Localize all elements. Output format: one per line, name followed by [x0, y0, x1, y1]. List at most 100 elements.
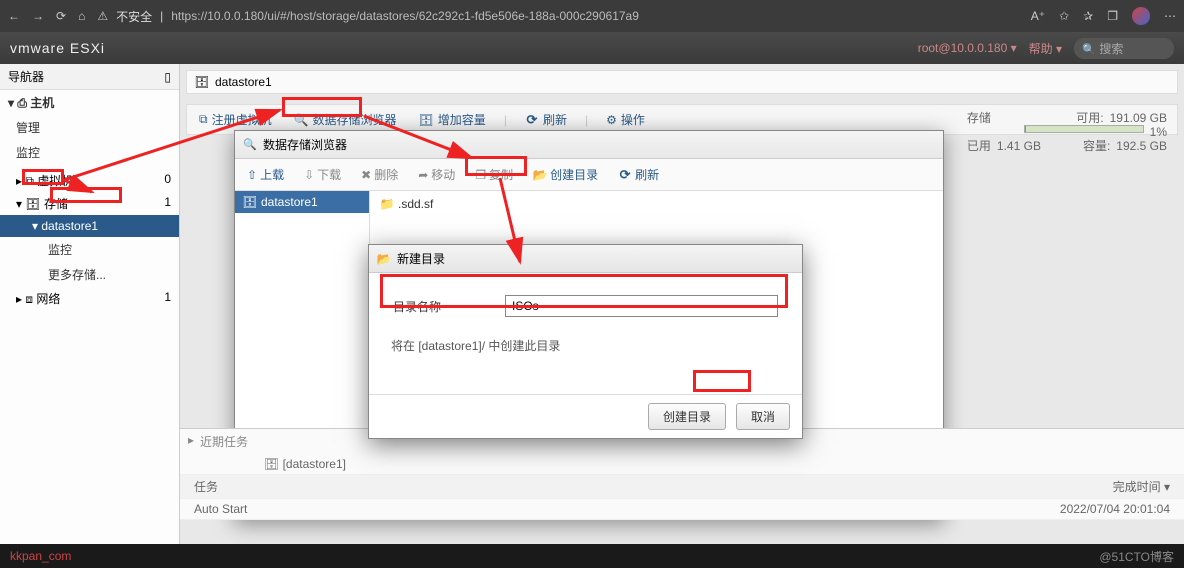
dsb-tree-datastore1[interactable]: datastore1 — [235, 191, 369, 213]
action-register-vm[interactable]: ⧉ 注册虚拟机 — [195, 109, 276, 130]
footer-right: @51CTO博客 — [1099, 548, 1174, 565]
tasks-columns: 任务 完成时间 ▾ — [180, 475, 1184, 499]
forward-button[interactable]: → — [32, 9, 44, 23]
sidebar-network[interactable]: ▸ ⧈ 网络 1 — [0, 287, 179, 310]
action-sep: | — [504, 113, 507, 127]
collections-icon[interactable]: ❐ — [1107, 9, 1118, 23]
url-text: https://10.0.0.180/ui/#/host/storage/dat… — [171, 9, 639, 23]
nd-name-input[interactable] — [505, 295, 778, 317]
vm-count: 0 — [164, 172, 171, 189]
esxi-header: vmware ESXi root@10.0.0.180 ▾ 帮助 ▾ 搜索 — [0, 32, 1184, 64]
home-button[interactable]: ⌂ — [78, 9, 85, 23]
refresh-icon-2 — [618, 168, 632, 182]
dsb-upload[interactable]: ⇧ 上载 — [243, 164, 288, 185]
used-label: 已用 — [967, 139, 991, 153]
datastore-icon — [195, 75, 209, 89]
dsb-move-label: 移动 — [431, 166, 455, 183]
sidebar-vms-label: 虚拟机 — [37, 174, 73, 188]
nd-title-bar: 新建目录 — [369, 245, 802, 273]
browser-actions: A⁺ ✩ ✰ ❐ ⋯ — [1031, 7, 1176, 25]
favorites-icon[interactable]: ✰ — [1083, 9, 1093, 23]
breadcrumb-text: datastore1 — [215, 75, 272, 89]
nd-footer: 创建目录 取消 — [369, 394, 802, 438]
browser-nav: ← → ⟳ ⌂ — [8, 9, 85, 23]
nd-ok-button[interactable]: 创建目录 — [648, 403, 726, 430]
action-capacity[interactable]: 🗄 增加容量 — [415, 109, 490, 130]
folder-icon — [380, 197, 394, 211]
sidebar: 导航器 ▯ ▾ ⎙ 主机 管理 监控 ▸ ⧉ 虚拟机 0 ▾ 🗄 存储 1 ▾ … — [0, 64, 180, 544]
storage-label: 存储 — [967, 111, 991, 125]
sidebar-ds-monitor[interactable]: 监控 — [0, 237, 179, 262]
used-value: 1.41 GB — [997, 139, 1041, 153]
usage-pct: 1% — [1150, 125, 1167, 139]
action-browse-label: 数据存储浏览器 — [313, 111, 397, 128]
recent-tasks: ▸ 近期任务 🗄 [datastore1] 任务 完成时间 ▾ Auto Sta… — [180, 428, 1184, 520]
url-bar[interactable]: ⚠ 不安全 | https://10.0.0.180/ui/#/host/sto… — [97, 8, 1018, 25]
search-placeholder: 搜索 — [1099, 42, 1123, 56]
dsb-copy: ❐ 复制 — [471, 164, 517, 185]
action-refresh-label: 刷新 — [543, 111, 567, 128]
esxi-user[interactable]: root@10.0.0.180 ▾ — [918, 41, 1017, 55]
nd-folder-icon — [377, 252, 391, 266]
tasks-col-task[interactable]: 任务 — [188, 478, 258, 495]
insecure-label: 不安全 — [116, 8, 152, 25]
sidebar-datastore1[interactable]: ▾ datastore1 — [0, 215, 179, 237]
url-separator: | — [160, 9, 163, 23]
dsb-folder-label: .sdd.sf — [398, 197, 433, 211]
action-sep2: | — [585, 113, 588, 127]
dsb-title: 数据存储浏览器 — [263, 136, 347, 153]
nd-cancel-button[interactable]: 取消 — [736, 403, 790, 430]
cap-label: 容量: — [1083, 139, 1110, 153]
favorite-add-icon[interactable]: ✩ — [1059, 9, 1069, 23]
sidebar-collapse-icon[interactable]: ▯ — [164, 70, 171, 84]
dsb-download-label: 下载 — [317, 166, 341, 183]
esxi-help[interactable]: 帮助 ▾ — [1029, 40, 1062, 57]
network-count: 1 — [164, 290, 171, 307]
dsb-copy-label: 复制 — [489, 166, 513, 183]
sidebar-storage-label: 存储 — [44, 197, 68, 211]
sidebar-host[interactable]: ▾ ⎙ 主机 — [0, 90, 179, 115]
esxi-search[interactable]: 搜索 — [1074, 38, 1174, 59]
action-capacity-label: 增加容量 — [438, 111, 486, 128]
task-name: Auto Start — [188, 502, 258, 516]
tasks-col-complete[interactable]: 完成时间 ▾ — [1016, 478, 1176, 495]
dsb-refresh-label: 刷新 — [635, 166, 659, 183]
dsb-newdir[interactable]: 创建目录 — [529, 164, 602, 185]
action-browse[interactable]: 🔍 数据存储浏览器 — [290, 109, 401, 130]
action-ops[interactable]: ⚙ 操作 — [602, 109, 649, 130]
esxi-brand: vmware ESXi — [10, 40, 105, 56]
storage-count: 1 — [164, 195, 171, 212]
dsb-move: ➦ 移动 — [414, 164, 459, 185]
tasks-item-row: 🗄 [datastore1] — [180, 454, 1184, 475]
sidebar-title-bar: 导航器 ▯ — [0, 64, 179, 90]
dsb-folder-sddsf[interactable]: .sdd.sf — [374, 195, 439, 213]
free-label: 可用: — [1076, 111, 1103, 125]
action-refresh[interactable]: 刷新 — [521, 109, 571, 130]
dsb-refresh[interactable]: 刷新 — [614, 164, 663, 185]
dsb-delete-label: 删除 — [374, 166, 398, 183]
sidebar-manage[interactable]: 管理 — [0, 115, 179, 140]
sidebar-network-label: 网络 — [36, 292, 60, 306]
reload-button[interactable]: ⟳ — [56, 9, 66, 23]
nd-note: 将在 [datastore1]/ 中创建此目录 — [391, 337, 784, 354]
datastore-tree-icon — [243, 195, 257, 209]
sidebar-datastore-label: datastore1 — [41, 219, 98, 233]
read-aloud-icon[interactable]: A⁺ — [1031, 9, 1045, 23]
breadcrumb: datastore1 — [186, 70, 1178, 94]
more-icon[interactable]: ⋯ — [1164, 9, 1176, 23]
dsb-tree-label: datastore1 — [261, 195, 318, 209]
sidebar-storage[interactable]: ▾ 🗄 存储 1 — [0, 192, 179, 215]
dsb-download: ⇩ 下载 — [300, 164, 345, 185]
nd-name-label: 目录名称 — [393, 298, 493, 315]
sidebar-host-label: 主机 — [30, 96, 54, 110]
back-button[interactable]: ← — [8, 9, 20, 23]
dsb-newdir-label: 创建目录 — [550, 166, 598, 183]
tasks-target: [datastore1] — [283, 457, 346, 471]
sidebar-more-storage[interactable]: 更多存储... — [0, 262, 179, 287]
profile-avatar-icon[interactable] — [1132, 7, 1150, 25]
sidebar-vms[interactable]: ▸ ⧉ 虚拟机 0 — [0, 169, 179, 192]
action-register-vm-label: 注册虚拟机 — [212, 111, 272, 128]
sidebar-monitor[interactable]: 监控 — [0, 140, 179, 165]
cap-value: 192.5 GB — [1116, 139, 1167, 153]
nd-name-row: 目录名称 — [387, 289, 784, 323]
